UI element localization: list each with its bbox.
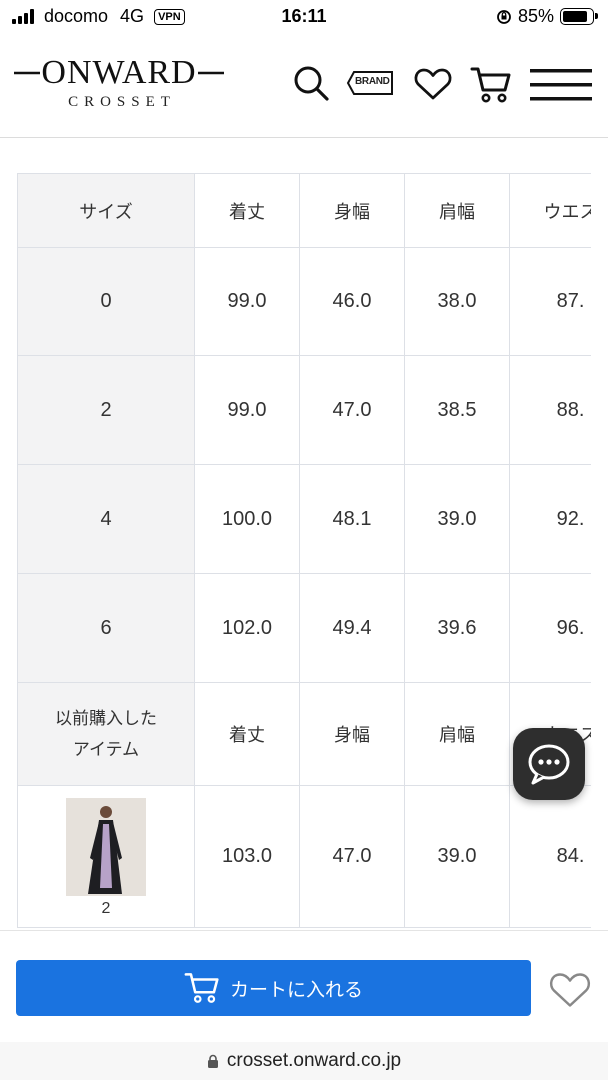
- table-cell: 46.0: [299, 247, 405, 356]
- add-to-cart-label: カートに入れる: [229, 979, 363, 1001]
- add-to-cart-button[interactable]: カートに入れる: [16, 960, 531, 1016]
- table-cell: 38.0: [404, 247, 510, 356]
- header-cell: 身幅: [299, 173, 405, 248]
- battery-icon: [560, 8, 598, 25]
- logo-main-text: ONWARD: [41, 54, 197, 91]
- battery-percent: 85%: [517, 6, 554, 26]
- header-cell: サイズ: [17, 173, 195, 248]
- table-row: 6 102.0 49.4 39.6 96.: [17, 573, 591, 683]
- header-cell: 身幅: [299, 682, 405, 786]
- size-cell: 4: [17, 464, 195, 574]
- table-cell: 103.0: [194, 785, 300, 928]
- previous-item-header-line1: 以前購入した: [55, 709, 157, 728]
- size-cell: 2: [17, 355, 195, 465]
- table-header-row: サイズ 着丈 身幅 肩幅 ウエス: [17, 173, 591, 248]
- browser-url-bar[interactable]: crosset.onward.co.jp: [0, 1042, 608, 1080]
- status-bar: docomo 4G VPN 16:11 85%: [0, 0, 608, 34]
- table-cell: 47.0: [299, 785, 405, 928]
- table-cell: 39.0: [404, 464, 510, 574]
- onward-crosset-logo[interactable]: ONWARD CROSSET: [14, 56, 224, 111]
- bottom-action-bar: カートに入れる: [0, 930, 608, 1042]
- table-cell: 84.: [509, 785, 591, 928]
- heart-icon[interactable]: [414, 67, 452, 101]
- header-cell: ウエス: [509, 173, 591, 248]
- table-cell: 96.: [509, 573, 591, 683]
- table-cell: 49.4: [299, 573, 405, 683]
- table-cell: 39.6: [404, 573, 510, 683]
- table-cell: 99.0: [194, 247, 300, 356]
- size-table-container[interactable]: サイズ 着丈 身幅 肩幅 ウエス 0 99.0 46.0 38.0 87. 2 …: [17, 173, 591, 933]
- menu-icon[interactable]: [530, 67, 592, 103]
- previous-item-header: 以前購入した アイテム: [17, 682, 195, 786]
- header-cell: 着丈: [194, 682, 300, 786]
- logo-sub-text: CROSSET: [68, 94, 176, 110]
- search-icon[interactable]: [292, 64, 330, 102]
- site-header: ONWARD CROSSET BRAND: [0, 34, 608, 138]
- url-text: crosset.onward.co.jp: [226, 1050, 402, 1071]
- lock-icon: [207, 1054, 218, 1068]
- status-right: 85%: [496, 6, 598, 27]
- table-cell: 102.0: [194, 573, 300, 683]
- table-cell: 100.0: [194, 464, 300, 574]
- chat-bubble-icon: [528, 744, 570, 785]
- previous-item-cell[interactable]: 2: [17, 785, 195, 928]
- product-thumbnail[interactable]: [66, 798, 146, 896]
- table-cell: 47.0: [299, 355, 405, 465]
- favorite-heart-icon[interactable]: [549, 971, 591, 1009]
- brand-label: BRAND: [355, 76, 390, 87]
- previous-item-row: 2 103.0 47.0 39.0 84.: [17, 785, 591, 928]
- coat-model-image: [66, 798, 146, 896]
- cart-icon: [184, 973, 219, 1003]
- previous-item-header-line2: アイテム: [72, 740, 140, 759]
- size-cell: 6: [17, 573, 195, 683]
- chat-button[interactable]: [513, 728, 585, 800]
- table-cell: 48.1: [299, 464, 405, 574]
- logo-wordmark: ONWARD: [14, 56, 224, 90]
- table-cell: 88.: [509, 355, 591, 465]
- table-cell: 92.: [509, 464, 591, 574]
- table-row: 2 99.0 47.0 38.5 88.: [17, 355, 591, 465]
- table-cell: 38.5: [404, 355, 510, 465]
- orientation-lock-icon: [497, 9, 511, 24]
- size-cell: 0: [17, 247, 195, 356]
- table-row: 4 100.0 48.1 39.0 92.: [17, 464, 591, 574]
- previous-header-row: 以前購入した アイテム 着丈 身幅 肩幅 ウエス: [17, 682, 591, 786]
- brand-icon[interactable]: BRAND: [346, 70, 394, 96]
- size-table: サイズ 着丈 身幅 肩幅 ウエス 0 99.0 46.0 38.0 87. 2 …: [17, 173, 591, 928]
- table-cell: 39.0: [404, 785, 510, 928]
- table-row: 0 99.0 46.0 38.0 87.: [17, 247, 591, 356]
- previous-item-size: 2: [101, 900, 111, 917]
- table-cell: 99.0: [194, 355, 300, 465]
- cart-icon[interactable]: [470, 65, 512, 105]
- table-cell: 87.: [509, 247, 591, 356]
- header-cell: 着丈: [194, 173, 300, 248]
- header-cell: 肩幅: [404, 682, 510, 786]
- header-cell: 肩幅: [404, 173, 510, 248]
